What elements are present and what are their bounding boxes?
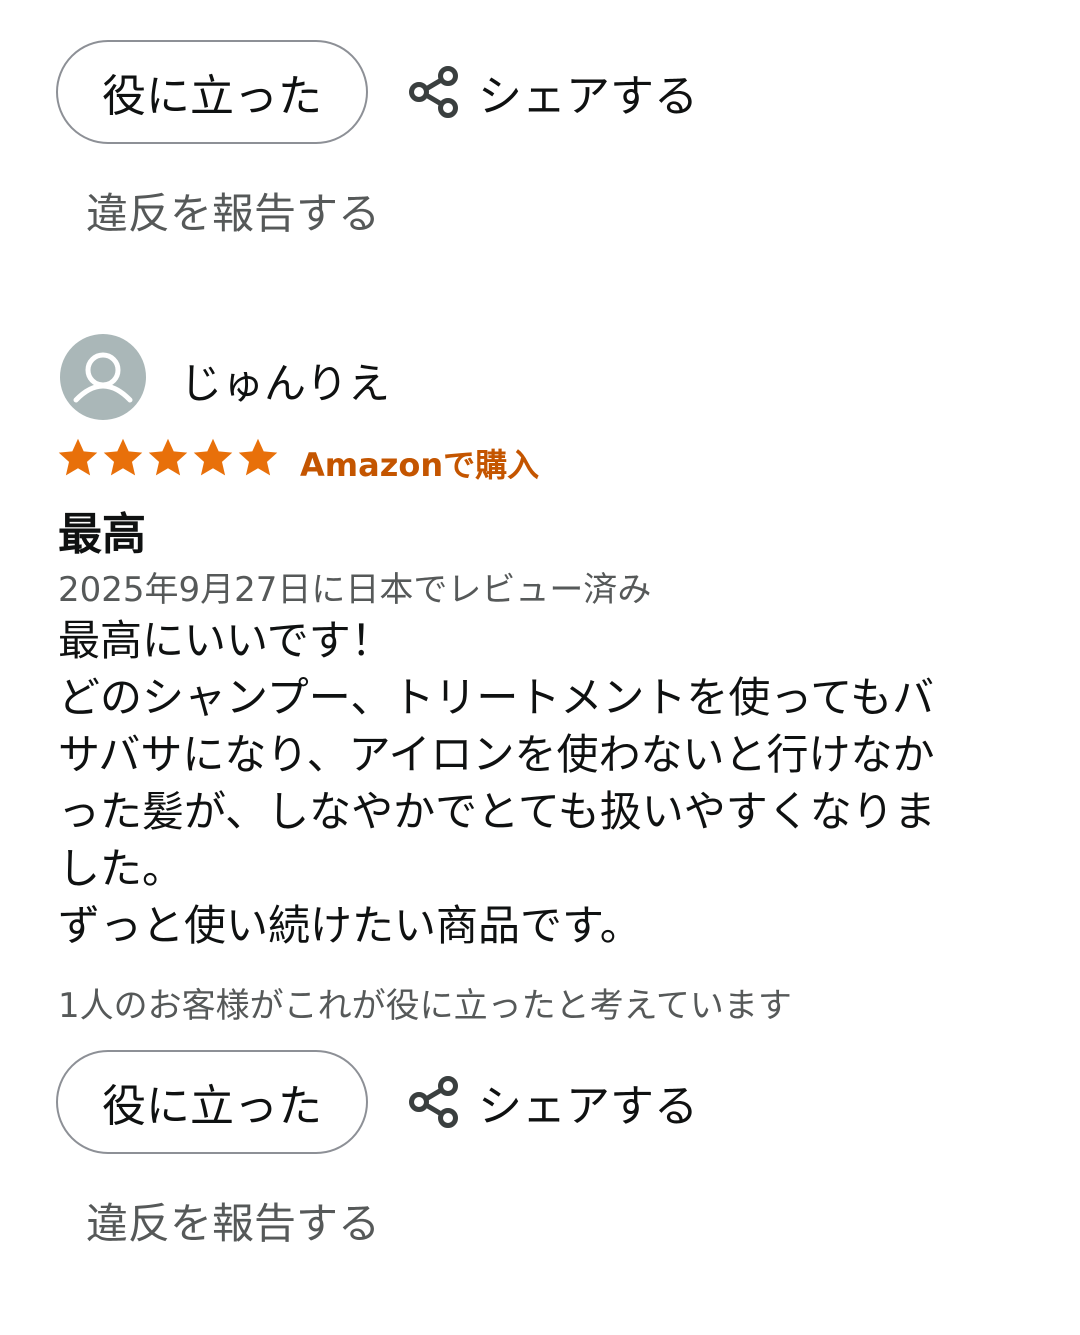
report-abuse-link[interactable]: 違反を報告する — [86, 180, 380, 241]
user-avatar-icon — [60, 334, 146, 420]
review-body-line: 最高にいいです！ — [58, 616, 393, 665]
star-icon — [238, 438, 278, 476]
verified-purchase-badge: Amazonで購入 — [300, 446, 540, 484]
review-body-line: ずっと使い続けたい商品です。 — [58, 901, 642, 950]
share-button[interactable]: シェアする — [404, 40, 698, 144]
report-abuse-link[interactable]: 違反を報告する — [86, 1190, 380, 1251]
reviewer-name: じゅんりえ — [180, 359, 391, 408]
helpful-button-label: 役に立った — [102, 71, 322, 122]
review-body-line: どのシャンプー、トリートメントを使ってもバ — [58, 673, 935, 722]
review-body: 最高にいいです！ どのシャンプー、トリートメントを使ってもバ サバサになり、アイ… — [58, 612, 1018, 954]
review-body-line: した。 — [58, 844, 185, 893]
share-icon — [409, 1076, 458, 1128]
share-icon — [409, 66, 458, 118]
share-label: シェアする — [478, 1081, 698, 1132]
helpful-button[interactable]: 役に立った — [56, 40, 368, 144]
review-body-line: サバサになり、アイロンを使わないと行けなか — [58, 730, 935, 779]
star-icon — [193, 438, 233, 476]
helpful-button-label: 役に立った — [102, 1081, 322, 1132]
helpful-count-text: 1人のお客様がこれが役に立ったと考えています — [58, 986, 792, 1026]
helpful-button[interactable]: 役に立った — [56, 1050, 368, 1154]
share-label: シェアする — [478, 71, 698, 122]
review-body-line: った髪が、しなやかでとても扱いやすくなりま — [58, 787, 936, 836]
review-title: 最高 — [58, 509, 146, 560]
review-date: 2025年9月27日に日本でレビュー済み — [58, 570, 652, 610]
share-button[interactable]: シェアする — [404, 1050, 698, 1154]
star-rating — [56, 436, 280, 480]
star-icon — [58, 438, 98, 476]
star-icon — [148, 438, 188, 476]
star-icon — [103, 438, 143, 476]
